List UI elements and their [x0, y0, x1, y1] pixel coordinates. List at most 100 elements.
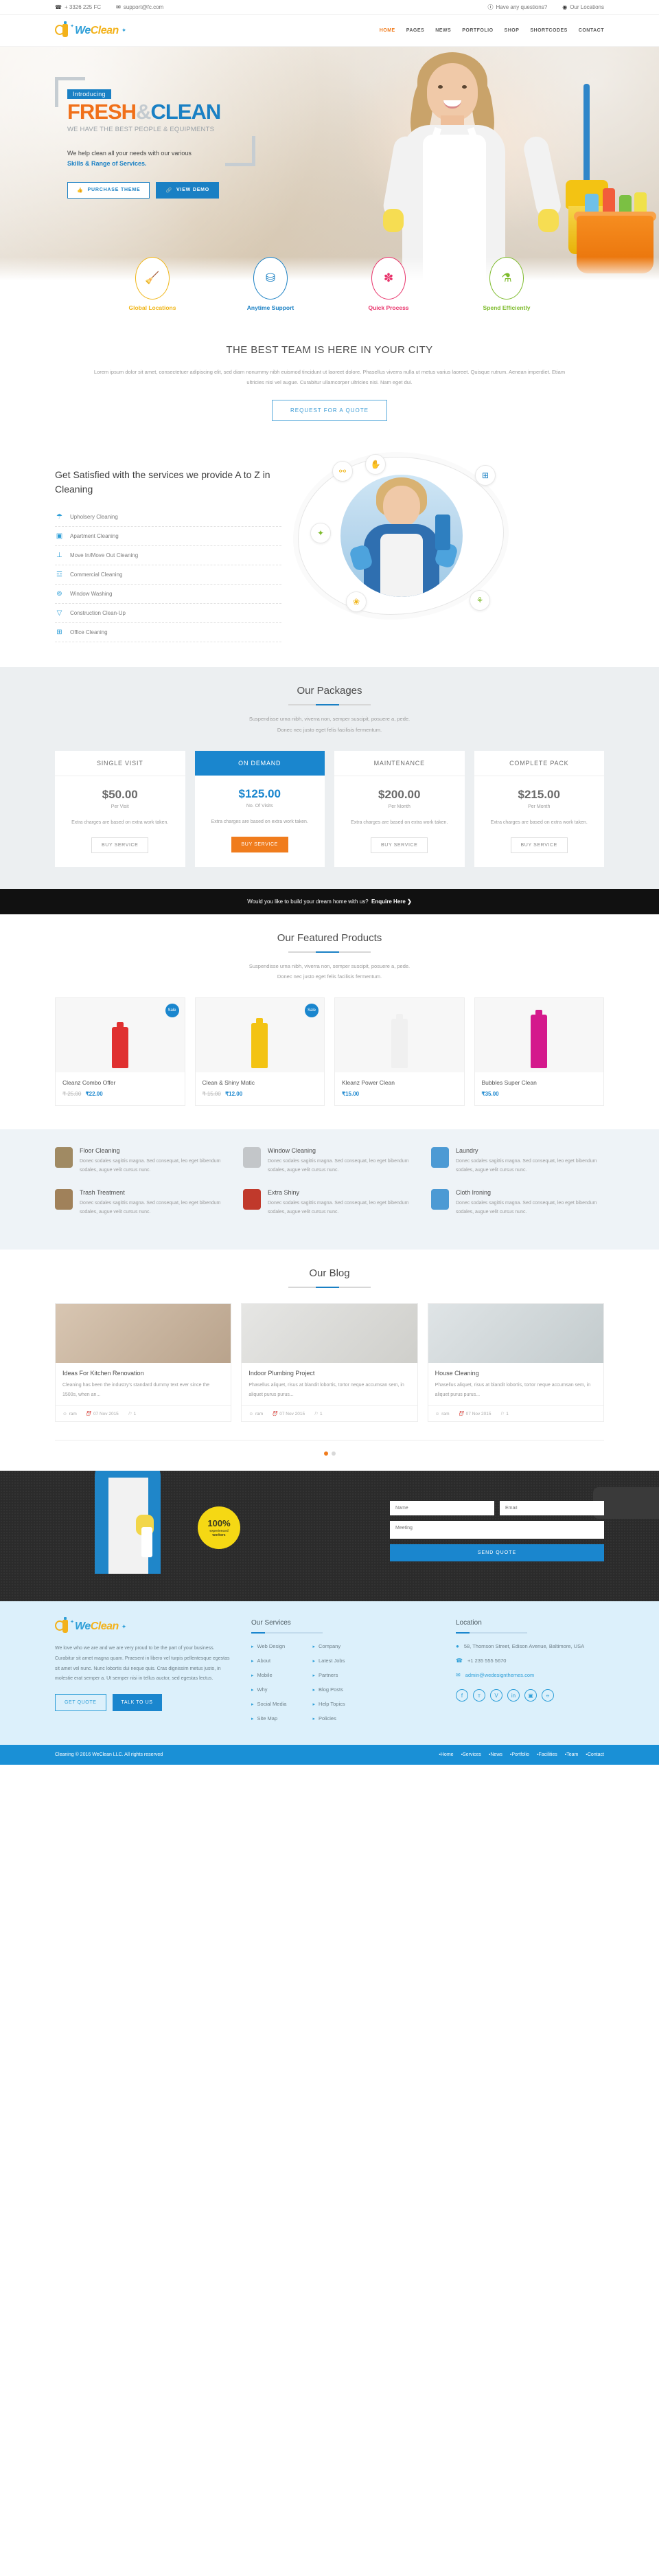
- request-quote-button[interactable]: REQUEST FOR A QUOTE: [272, 400, 387, 421]
- send-quote-button[interactable]: SEND QUOTE: [390, 1544, 604, 1562]
- feature-box-3[interactable]: Laundry Donec sodales sagittis magna. Se…: [431, 1147, 604, 1175]
- copyright-link-news[interactable]: News: [489, 1752, 502, 1757]
- package-1-price: $50.00: [102, 787, 138, 801]
- rss-icon[interactable]: ⦵: [542, 1689, 554, 1702]
- footer-logo[interactable]: ✦ WeClean ✦: [55, 1617, 231, 1634]
- twitter-icon[interactable]: ᴛ: [473, 1689, 485, 1702]
- quote-subject-input[interactable]: [390, 1521, 604, 1539]
- feature-highlights: 🧹 Global Locations ⛁ Anytime Support ✽ Q…: [0, 257, 659, 329]
- copyright-link-contact[interactable]: Contact: [586, 1752, 604, 1757]
- footer-link-site-map[interactable]: Site Map: [251, 1715, 286, 1721]
- user-icon: ☺: [248, 1411, 253, 1416]
- cta-link[interactable]: Enquire Here ❯: [371, 899, 412, 905]
- service-item-5[interactable]: ⊚ Window Washing: [55, 585, 281, 604]
- blog-title: Our Blog: [309, 1267, 350, 1280]
- footer-link-why[interactable]: Why: [251, 1686, 286, 1693]
- services-list: ☂ Upholsery Cleaning ▣ Apartment Cleanin…: [55, 508, 281, 642]
- best-team-section: THE BEST TEAM IS HERE IN YOUR CITY Lorem…: [0, 329, 659, 444]
- copyright-link-home[interactable]: Home: [439, 1752, 454, 1757]
- feature-box-3-title: Laundry: [456, 1147, 478, 1154]
- product-3-name: Kleanz Power Clean: [342, 1079, 395, 1086]
- service-item-7[interactable]: ⊞ Office Cleaning: [55, 623, 281, 642]
- topbar-locations[interactable]: ◉ Our Locations: [562, 3, 604, 11]
- facebook-icon[interactable]: f: [456, 1689, 468, 1702]
- footer-link-help-topics[interactable]: Help Topics: [312, 1701, 345, 1707]
- footer-link-about[interactable]: About: [251, 1658, 286, 1664]
- phone-icon: ☎: [55, 4, 62, 10]
- footer-link-company[interactable]: Company: [312, 1643, 345, 1649]
- carousel-dot-2[interactable]: [331, 1451, 336, 1456]
- topbar-phone[interactable]: ☎ + 3326 225 FC: [55, 4, 101, 10]
- carousel-dots[interactable]: [55, 1440, 604, 1456]
- carousel-dot-1[interactable]: [323, 1451, 328, 1456]
- feature-box-2[interactable]: Window Cleaning Donec sodales sagittis m…: [243, 1147, 416, 1175]
- orb-bottle-icon: ⚯: [332, 461, 353, 482]
- footer-link-social-media[interactable]: Social Media: [251, 1701, 287, 1707]
- copyright-link-facilities[interactable]: Facilities: [537, 1752, 557, 1757]
- product-card-3[interactable]: Kleanz Power Clean ₹15.00: [334, 997, 465, 1106]
- copyright-link-services[interactable]: Services: [461, 1752, 481, 1757]
- nav-item-shop[interactable]: SHOP: [505, 28, 520, 33]
- blog-3-comments: ⚐ 1: [500, 1411, 509, 1417]
- footer-email[interactable]: ✉ admin@wedesignthemes.com: [456, 1672, 604, 1678]
- flickr-icon[interactable]: ▣: [524, 1689, 537, 1702]
- topbar-email[interactable]: ✉ support@fc.com: [116, 4, 163, 10]
- product-card-4[interactable]: Bubbles Super Clean ₹35.00: [474, 997, 604, 1106]
- footer-link-policies[interactable]: Policies: [312, 1715, 345, 1721]
- footer-get-quote-button[interactable]: GET QUOTE: [55, 1693, 106, 1711]
- service-item-2[interactable]: ▣ Apartment Cleaning: [55, 527, 281, 546]
- feature-1[interactable]: 🧹 Global Locations: [121, 257, 184, 311]
- footer-email-text: admin@wedesignthemes.com: [465, 1672, 535, 1679]
- feature-4[interactable]: ⚗ Spend Efficiently: [475, 257, 538, 311]
- feature-3[interactable]: ✽ Quick Process: [357, 257, 420, 311]
- footer-link-web-design[interactable]: Web Design: [251, 1643, 286, 1649]
- topbar-questions[interactable]: ⓘ Have any questions?: [487, 3, 547, 11]
- package-1-buy-button[interactable]: BUY SERVICE: [91, 837, 149, 853]
- topbar-phone-text: + 3326 225 FC: [64, 4, 102, 10]
- feature-2[interactable]: ⛁ Anytime Support: [239, 257, 302, 311]
- bucket-icon: ▽: [56, 609, 62, 617]
- purchase-theme-button[interactable]: 👍 PURCHASE THEME: [67, 181, 150, 199]
- footer-link-latest-jobs[interactable]: Latest Jobs: [312, 1658, 345, 1664]
- feature-box-6[interactable]: Cloth Ironing Donec sodales sagittis mag…: [431, 1188, 604, 1217]
- blog-card-3[interactable]: House Cleaning Phasellus aliquet, risus …: [427, 1303, 604, 1423]
- feature-box-1[interactable]: Floor Cleaning Donec sodales sagittis ma…: [55, 1147, 228, 1175]
- site-logo[interactable]: ✦ WeClean ✦: [55, 21, 126, 38]
- footer-link-mobile[interactable]: Mobile: [251, 1672, 286, 1678]
- blog-card-2[interactable]: Indoor Plumbing Project Phasellus alique…: [241, 1303, 418, 1423]
- linkedin-icon[interactable]: in: [507, 1689, 520, 1702]
- feature-box-5[interactable]: Extra Shiny Donec sodales sagittis magna…: [243, 1188, 416, 1217]
- package-4-buy-button[interactable]: BUY SERVICE: [510, 837, 568, 853]
- footer-divider: [251, 1632, 323, 1634]
- nav-item-shortcodes[interactable]: SHORTCODES: [530, 28, 567, 33]
- product-2-name: Clean & Shiny Matic: [202, 1079, 255, 1086]
- view-demo-button[interactable]: 🔗 VIEW DEMO: [156, 181, 220, 199]
- vimeo-icon[interactable]: V: [490, 1689, 502, 1702]
- nav-item-portfolio[interactable]: PORTFOLIO: [462, 28, 493, 33]
- package-2-buy-button[interactable]: BUY SERVICE: [231, 836, 288, 852]
- package-3-buy-button[interactable]: BUY SERVICE: [371, 837, 428, 853]
- service-item-6[interactable]: ▽ Construction Clean-Up: [55, 604, 281, 623]
- footer-talk-to-us-button[interactable]: TALK TO US: [112, 1693, 162, 1711]
- feature-box-4[interactable]: Trash Treatment Donec sodales sagittis m…: [55, 1188, 228, 1217]
- service-item-3[interactable]: ⊥ Move In/Move Out Cleaning: [55, 546, 281, 565]
- nav-item-contact[interactable]: CONTACT: [579, 28, 604, 33]
- feature-box-1-title: Floor Cleaning: [80, 1147, 120, 1154]
- nav-item-news[interactable]: NEWS: [435, 28, 451, 33]
- blog-card-1[interactable]: Ideas For Kitchen Renovation Cleaning ha…: [55, 1303, 232, 1423]
- product-card-1[interactable]: Sale Cleanz Combo Offer ₹ 25.00 ₹22.00: [55, 997, 185, 1106]
- product-card-2[interactable]: Sale Clean & Shiny Matic ₹ 15.00 ₹12.00: [194, 997, 325, 1106]
- nav-item-pages[interactable]: PAGES: [406, 28, 425, 33]
- copyright-link-portfolio[interactable]: Portfolio: [510, 1752, 529, 1757]
- footer-link-blog-posts[interactable]: Blog Posts: [312, 1686, 345, 1693]
- blog-1-date: ⏰ 07 Nov 2015: [85, 1411, 119, 1417]
- service-item-4[interactable]: ☲ Commercial Cleaning: [55, 565, 281, 585]
- info-icon: ⓘ: [487, 4, 494, 10]
- nav-item-home[interactable]: HOME: [380, 28, 395, 33]
- quote-email-input[interactable]: [500, 1501, 604, 1516]
- service-item-1[interactable]: ☂ Upholsery Cleaning: [55, 508, 281, 527]
- copyright-link-team[interactable]: Team: [565, 1752, 578, 1757]
- quote-name-input[interactable]: [390, 1501, 494, 1516]
- footer-link-partners[interactable]: Partners: [312, 1672, 345, 1678]
- footer-phone[interactable]: ☎ +1 235 555 5670: [456, 1658, 604, 1664]
